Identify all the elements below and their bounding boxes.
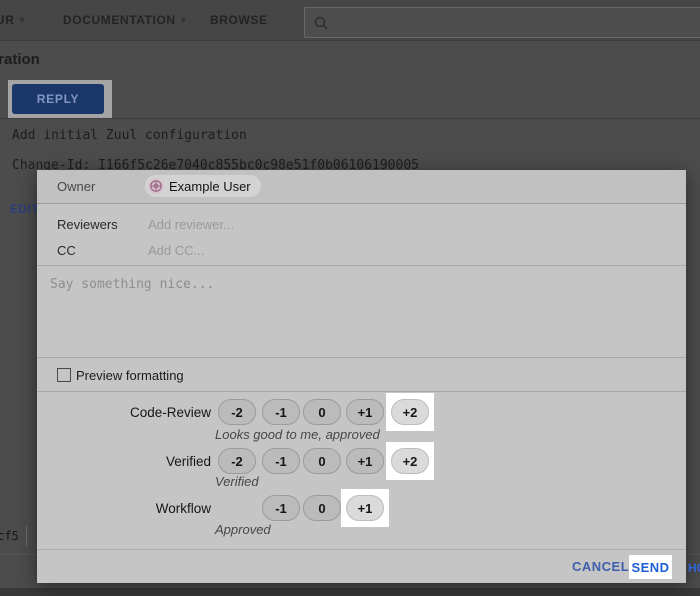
vote-pill-code-review-+1[interactable]: +1 bbox=[346, 399, 384, 425]
owner-chip[interactable]: Example User bbox=[145, 175, 261, 197]
commit-sha-partial: 8cf5 bbox=[0, 529, 19, 543]
nav-item-label: DOCUMENTATION bbox=[63, 13, 176, 27]
cc-label: CC bbox=[57, 243, 76, 258]
nav-item-your[interactable]: OUR ▾ bbox=[0, 0, 25, 40]
identicon-icon bbox=[148, 178, 164, 194]
vote-pill-workflow-+1[interactable]: +1 bbox=[346, 495, 384, 521]
divider bbox=[0, 118, 700, 119]
vote-pill-verified--2[interactable]: -2 bbox=[218, 448, 256, 474]
search-input[interactable] bbox=[329, 7, 700, 38]
label-verified: Verified bbox=[37, 454, 211, 469]
vote-hint-workflow: Approved bbox=[215, 522, 271, 537]
owner-row: Owner Example User bbox=[37, 170, 686, 204]
vote-pill-workflow--1[interactable]: -1 bbox=[262, 495, 300, 521]
reply-message-textarea[interactable]: Say something nice... bbox=[37, 266, 686, 357]
label-workflow: Workflow bbox=[37, 501, 211, 516]
vote-hint-verified: Verified bbox=[215, 474, 259, 489]
reply-dialog: Owner Example User Reviewers Add reviewe… bbox=[37, 170, 686, 583]
vote-pill-verified-0[interactable]: 0 bbox=[303, 448, 341, 474]
reply-button[interactable]: REPLY bbox=[12, 84, 104, 114]
send-button[interactable]: SEND bbox=[629, 555, 672, 579]
vote-pill-verified--1[interactable]: -1 bbox=[262, 448, 300, 474]
page-title: uration bbox=[0, 51, 40, 68]
vote-pill-code-review--2[interactable]: -2 bbox=[218, 399, 256, 425]
preview-formatting-checkbox[interactable] bbox=[57, 368, 71, 382]
add-reviewer-input[interactable]: Add reviewer... bbox=[148, 217, 234, 232]
vote-pill-code-review--1[interactable]: -1 bbox=[262, 399, 300, 425]
app-header: OUR ▾ DOCUMENTATION ▾ BROWSE bbox=[0, 0, 700, 41]
chevron-down-icon: ▾ bbox=[181, 15, 187, 26]
vote-pill-code-review-+2[interactable]: +2 bbox=[391, 399, 429, 425]
footer-strip bbox=[0, 588, 700, 596]
nav-item-documentation[interactable]: DOCUMENTATION ▾ bbox=[63, 0, 186, 40]
edit-link[interactable]: EDIT bbox=[10, 202, 39, 216]
edge-link-partial[interactable]: HO bbox=[688, 561, 700, 575]
vote-pill-workflow-0[interactable]: 0 bbox=[303, 495, 341, 521]
avatar bbox=[148, 178, 164, 194]
add-cc-input[interactable]: Add CC... bbox=[148, 243, 204, 258]
gerrit-reply-screen: { "colors": { "accent_blue": "#1d5fd6", … bbox=[0, 0, 700, 596]
nav-item-browse[interactable]: BROWSE bbox=[210, 0, 268, 40]
preview-formatting-row: Preview formatting bbox=[37, 358, 686, 391]
preview-formatting-label: Preview formatting bbox=[76, 368, 184, 383]
cancel-button[interactable]: CANCEL bbox=[572, 559, 629, 574]
divider bbox=[37, 549, 686, 550]
message-placeholder: Say something nice... bbox=[50, 277, 214, 292]
vote-pill-code-review-0[interactable]: 0 bbox=[303, 399, 341, 425]
nav-item-label: OUR bbox=[0, 13, 14, 27]
chevron-down-icon: ▾ bbox=[19, 15, 25, 26]
vote-pill-verified-+1[interactable]: +1 bbox=[346, 448, 384, 474]
search-box[interactable] bbox=[304, 7, 700, 38]
owner-label: Owner bbox=[57, 179, 95, 194]
vote-hint-code-review: Looks good to me, approved bbox=[215, 427, 380, 442]
label-code-review: Code-Review bbox=[37, 405, 211, 420]
nav-item-label: BROWSE bbox=[210, 13, 268, 27]
divider bbox=[26, 526, 27, 546]
owner-name: Example User bbox=[169, 179, 251, 194]
divider bbox=[37, 391, 686, 392]
reviewers-label: Reviewers bbox=[57, 217, 118, 232]
commit-subject: Add initial Zuul configuration bbox=[12, 128, 247, 143]
search-icon bbox=[313, 15, 329, 31]
vote-pill-verified-+2[interactable]: +2 bbox=[391, 448, 429, 474]
